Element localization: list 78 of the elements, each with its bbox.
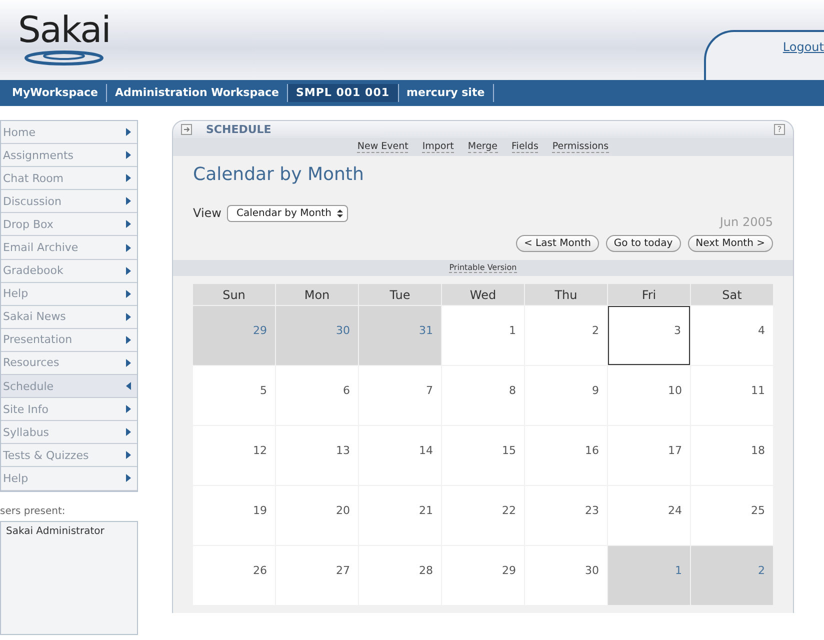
logo-ripple-icon bbox=[24, 50, 104, 66]
day-cell[interactable]: 3 bbox=[608, 306, 690, 365]
triangle-right-icon bbox=[126, 358, 131, 367]
weekday-header: Wed bbox=[442, 284, 524, 305]
day-cell[interactable]: 8 bbox=[442, 366, 524, 425]
presence-label: sers present: bbox=[0, 506, 66, 518]
triangle-right-icon bbox=[126, 151, 131, 160]
day-cell[interactable]: 15 bbox=[442, 426, 524, 485]
day-cell[interactable]: 19 bbox=[193, 486, 275, 545]
day-cell[interactable]: 10 bbox=[608, 366, 690, 425]
triangle-right-icon bbox=[126, 336, 131, 344]
day-cell[interactable]: 24 bbox=[608, 486, 690, 545]
logo-text: Sakai bbox=[18, 12, 110, 50]
day-cell[interactable]: 17 bbox=[608, 426, 690, 485]
day-cell[interactable]: 6 bbox=[276, 366, 358, 425]
weekday-header: Thu bbox=[525, 284, 607, 305]
view-label: View bbox=[193, 206, 222, 220]
triangle-right-icon bbox=[126, 174, 131, 182]
tool-title: SCHEDULE bbox=[206, 123, 272, 136]
action-link[interactable]: Import bbox=[422, 141, 454, 153]
day-cell[interactable]: 7 bbox=[359, 366, 441, 425]
weekday-header: Sat bbox=[691, 284, 773, 305]
site-tab[interactable]: SMPL 001 001 bbox=[288, 84, 399, 102]
action-link[interactable]: Permissions bbox=[552, 141, 609, 153]
triangle-left-icon bbox=[126, 382, 131, 390]
site-tab[interactable]: mercury site bbox=[398, 84, 494, 102]
triangle-right-icon bbox=[126, 244, 131, 252]
view-select[interactable]: Calendar by Month bbox=[227, 204, 348, 222]
triangle-right-icon bbox=[126, 290, 131, 298]
triangle-right-icon bbox=[126, 405, 131, 414]
logout-link[interactable]: Logout bbox=[782, 40, 824, 80]
day-cell[interactable]: 2 bbox=[525, 306, 607, 365]
user-name: Sakai Administrator bbox=[6, 526, 106, 536]
day-cell[interactable]: 14 bbox=[359, 426, 441, 485]
day-cell[interactable]: 1 bbox=[442, 306, 524, 365]
day-cell[interactable]: 12 bbox=[193, 426, 275, 485]
day-cell[interactable]: 4 bbox=[691, 306, 773, 365]
weekday-header: Mon bbox=[276, 284, 358, 305]
day-cell[interactable]: 29 bbox=[442, 546, 524, 605]
action-link[interactable]: New Event bbox=[357, 141, 408, 153]
day-cell[interactable]: 22 bbox=[442, 486, 524, 545]
day-cell[interactable]: 13 bbox=[276, 426, 358, 485]
day-cell[interactable]: 9 bbox=[525, 366, 607, 425]
triangle-right-icon bbox=[126, 266, 131, 275]
help-button[interactable]: ? bbox=[774, 124, 785, 135]
month-nav-button[interactable]: < Last Month bbox=[516, 235, 599, 252]
weekday-header: Fri bbox=[608, 284, 690, 305]
action-link[interactable]: Fields bbox=[512, 141, 538, 153]
triangle-right-icon bbox=[126, 197, 131, 206]
day-cell[interactable]: 28 bbox=[359, 546, 441, 605]
triangle-right-icon bbox=[126, 312, 131, 321]
day-cell[interactable]: 26 bbox=[193, 546, 275, 605]
printable-link[interactable]: Printable Version bbox=[449, 263, 517, 273]
site-tab[interactable]: MyWorkspace bbox=[4, 84, 107, 102]
day-cell[interactable]: 16 bbox=[525, 426, 607, 485]
month-nav-button[interactable]: Next Month > bbox=[688, 235, 773, 252]
day-cell[interactable]: 25 bbox=[691, 486, 773, 545]
reset-icon[interactable] bbox=[181, 124, 192, 135]
triangle-right-icon bbox=[126, 128, 131, 136]
action-link[interactable]: Merge bbox=[468, 141, 498, 153]
page-heading: Calendar by Month bbox=[193, 164, 365, 185]
month-label: Jun 2005 bbox=[720, 215, 773, 229]
triangle-right-icon bbox=[126, 428, 131, 436]
triangle-right-icon bbox=[126, 474, 131, 482]
day-cell[interactable]: 11 bbox=[691, 366, 773, 425]
day-cell[interactable]: 5 bbox=[193, 366, 275, 425]
up-down-arrows-icon bbox=[337, 208, 344, 218]
weekday-header: Sun bbox=[193, 284, 275, 305]
day-cell[interactable]: 20 bbox=[276, 486, 358, 545]
month-nav-button[interactable]: Go to today bbox=[606, 235, 681, 252]
triangle-right-icon bbox=[126, 220, 131, 228]
day-cell[interactable]: 27 bbox=[276, 546, 358, 605]
triangle-right-icon bbox=[126, 451, 131, 460]
day-cell[interactable]: 18 bbox=[691, 426, 773, 485]
day-cell[interactable]: 30 bbox=[525, 546, 607, 605]
weekday-header: Tue bbox=[359, 284, 441, 305]
day-cell[interactable]: 23 bbox=[525, 486, 607, 545]
day-cell[interactable]: 21 bbox=[359, 486, 441, 545]
